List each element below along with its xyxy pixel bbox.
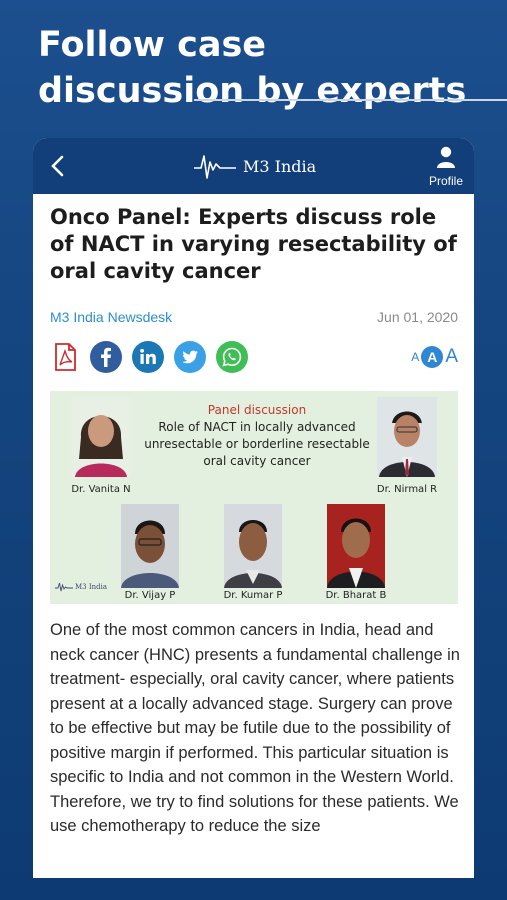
article-author[interactable]: M3 India Newsdesk [50,309,172,325]
expert-photo-bharat [327,504,385,588]
panel-subtitle: Role of NACT in locally advanced unresec… [144,420,370,468]
expert-photo-vijay [121,504,179,588]
expert-name: Dr. Vijay P [124,590,176,601]
logo-text: M3 India [243,156,317,176]
font-size-controls: A A A [411,346,458,368]
facebook-icon[interactable] [90,341,122,373]
article-date: Jun 01, 2020 [377,309,458,325]
profile-button[interactable]: Profile [424,146,468,188]
linkedin-icon[interactable] [132,341,164,373]
back-arrow-icon[interactable] [45,152,73,180]
expert-photo-vanita [71,397,131,477]
panel-discussion-image: Panel discussion Role of NACT in locally… [50,391,458,604]
heartbeat-logo-icon [55,582,73,592]
heartbeat-logo-icon [194,155,236,179]
expert-photo-nirmal [377,397,437,477]
profile-label: Profile [428,174,463,188]
app-bar: M3 India Profile [33,138,474,194]
font-size-medium-button[interactable]: A [421,346,444,368]
panel-title: Panel discussion [207,403,307,417]
panel-logo: M3 India [55,582,107,592]
phone-screen: M3 India Profile Onco Panel: Experts dis… [33,138,474,878]
expert-name: Dr. Kumar P [223,590,283,601]
whatsapp-icon[interactable] [216,341,248,373]
share-row: A A A [50,341,458,373]
article-body: One of the most common cancers in India,… [50,621,460,835]
promo-divider [194,99,507,101]
expert-photo-kumar [224,504,282,588]
font-size-small-button[interactable]: A [411,350,419,364]
article-content: Onco Panel: Experts discuss role of NACT… [33,194,474,839]
expert-name: Dr. Vanita N [71,484,131,495]
panel-logo-text: M3 India [75,583,108,591]
twitter-icon[interactable] [174,341,206,373]
pdf-icon[interactable] [50,342,80,372]
expert-name: Dr. Nirmal R [376,484,438,495]
font-size-large-button[interactable]: A [445,346,458,368]
article-meta: M3 India Newsdesk Jun 01, 2020 [50,309,458,325]
expert-name: Dr. Bharat B [325,590,387,601]
user-icon [437,146,455,168]
app-logo: M3 India [193,152,316,180]
article-headline: Onco Panel: Experts discuss role of NACT… [50,205,457,283]
